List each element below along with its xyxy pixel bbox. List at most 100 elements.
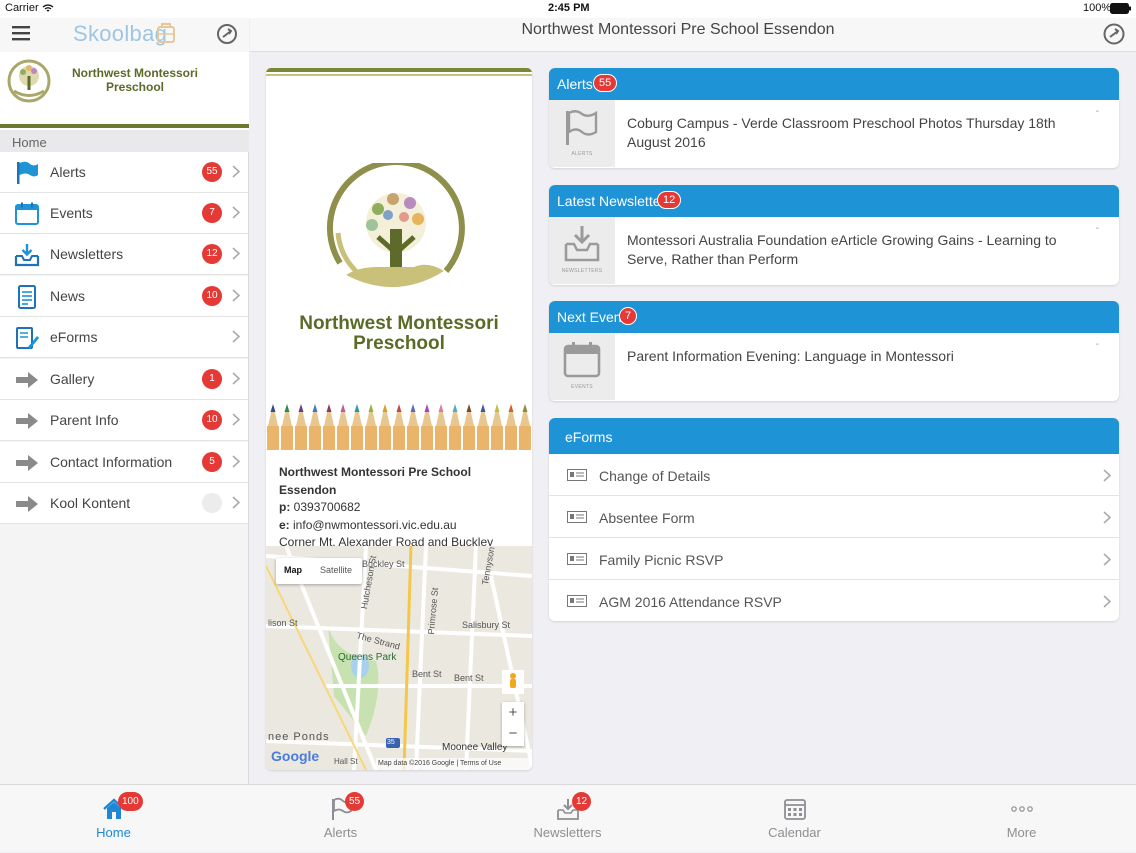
newsletter-card-header: Latest Newsletter 12 xyxy=(549,185,1119,217)
sidebar-item-kool-kontent[interactable]: Kool Kontent xyxy=(0,483,248,524)
latest-newsletter-card[interactable]: Latest Newsletter 12 NEWSLETTERS Montess… xyxy=(549,185,1119,285)
map-type-map-button[interactable]: Map xyxy=(284,565,302,575)
calendar-grid-icon xyxy=(784,799,806,820)
pencil xyxy=(407,404,419,450)
pencil xyxy=(295,404,307,450)
school-name-line2: Preschool xyxy=(105,80,165,94)
suburb-label: Moonee Valley xyxy=(442,742,508,753)
sidebar-item-alerts[interactable]: Alerts 55 xyxy=(0,152,248,193)
pencil xyxy=(519,404,531,450)
map-type-satellite-button[interactable]: Satellite xyxy=(320,565,352,575)
card-title: Latest Newsletter xyxy=(557,193,666,209)
chevron-right-icon xyxy=(1103,469,1111,482)
chevron-right-icon xyxy=(232,206,240,219)
card-title: Alerts xyxy=(557,76,593,92)
street-label: Bent St xyxy=(412,669,442,679)
eform-item[interactable]: Change of Details xyxy=(549,454,1119,496)
zoom-out-button[interactable]: − xyxy=(502,725,524,742)
count-badge: 7 xyxy=(202,203,222,223)
logo-divider xyxy=(0,124,249,128)
pencil xyxy=(491,404,503,450)
chevron-right-icon xyxy=(232,372,240,385)
home-section-label: Home xyxy=(12,135,47,150)
form-pen-icon xyxy=(16,327,39,349)
arrow-right-icon xyxy=(16,372,38,388)
pencil xyxy=(365,404,377,450)
bottom-tab-bar: 100 Home 55 Alerts 12 Newsletters Calend… xyxy=(0,784,1136,852)
hamburger-menu-icon[interactable] xyxy=(12,25,30,41)
eform-item[interactable]: Family Picnic RSVP xyxy=(549,538,1119,580)
item-dash: - xyxy=(1095,339,1099,350)
tab-label: Alerts xyxy=(323,825,358,840)
logo-text-line2: Preschool xyxy=(353,333,445,354)
count-badge: 10 xyxy=(202,286,222,306)
sidebar-item-news[interactable]: News 10 xyxy=(0,276,248,317)
sidebar-item-contact-information[interactable]: Contact Information 5 xyxy=(0,442,248,483)
status-bar: Carrier 2:45 PM 100% xyxy=(0,0,1136,18)
pencil xyxy=(421,404,433,450)
alert-item-text[interactable]: Coburg Campus - Verde Classroom Preschoo… xyxy=(627,114,1097,152)
map-view[interactable]: Buckley St Hutcheson St Primrose St Tenn… xyxy=(266,546,532,770)
newsletter-item-text[interactable]: Montessori Australia Foundation eArticle… xyxy=(627,231,1097,269)
id-card-icon xyxy=(567,553,587,565)
item-dash: - xyxy=(1095,223,1099,234)
thumb-caption: NEWSLETTERS xyxy=(561,268,603,274)
sidebar-item-events[interactable]: Events 7 xyxy=(0,193,248,234)
eforms-card: eForms Change of Details Absentee Form F… xyxy=(549,418,1119,621)
eform-item[interactable]: AGM 2016 Attendance RSVP xyxy=(549,580,1119,621)
sidebar-item-label: Parent Info xyxy=(50,412,119,428)
tab-calendar[interactable]: Calendar xyxy=(681,785,908,853)
route-shield: 35 xyxy=(387,739,395,746)
eform-item[interactable]: Absentee Form xyxy=(549,496,1119,538)
pencil xyxy=(267,404,279,450)
arrow-right-icon xyxy=(16,413,38,429)
sidebar-item-parent-info[interactable]: Parent Info 10 xyxy=(0,400,248,441)
sidebar-item-newsletters[interactable]: Newsletters 12 xyxy=(0,234,248,275)
tab-alerts[interactable]: 55 Alerts xyxy=(227,785,454,853)
street-label: Hall St xyxy=(334,757,358,766)
calendar-icon xyxy=(563,342,601,378)
id-card-icon xyxy=(567,595,587,607)
top-nav-bar: Northwest Montessori Pre School Essendon xyxy=(250,18,1136,52)
school-logo-mark xyxy=(7,59,51,103)
zoom-in-button[interactable]: + xyxy=(502,704,524,721)
page-title: Northwest Montessori Pre School Essendon xyxy=(521,21,835,38)
event-thumbnail: EVENTS xyxy=(549,333,615,400)
tab-home[interactable]: 100 Home xyxy=(0,785,227,853)
sidebar-item-label: eForms xyxy=(50,329,98,345)
next-event-card[interactable]: Next Event 7 EVENTS Parent Information E… xyxy=(549,301,1119,401)
tab-more[interactable]: More xyxy=(908,785,1135,853)
email-link[interactable]: info@nwmontessori.vic.edu.au xyxy=(293,518,457,532)
eform-label: Change of Details xyxy=(599,468,711,484)
tab-label: Home xyxy=(96,825,131,840)
pencil xyxy=(281,404,293,450)
chevron-right-icon xyxy=(232,289,240,302)
alerts-card[interactable]: Alerts 55 ALERTS Coburg Campus - Verde C… xyxy=(549,68,1119,168)
inbox-download-icon xyxy=(564,226,600,262)
pencil xyxy=(449,404,461,450)
count-badge: 12 xyxy=(657,191,682,209)
pencil xyxy=(379,404,391,450)
phone-label: p: xyxy=(279,500,291,514)
flag-icon xyxy=(566,110,598,145)
empty-badge xyxy=(202,493,222,513)
chevron-right-icon xyxy=(232,496,240,509)
sidebar-item-eforms[interactable]: eForms xyxy=(0,317,248,358)
event-item-text[interactable]: Parent Information Evening: Language in … xyxy=(627,347,1097,366)
pegman-icon[interactable] xyxy=(502,670,524,694)
count-badge: 12 xyxy=(572,792,592,811)
flag-icon xyxy=(17,161,38,184)
terms-link[interactable]: Terms of Use xyxy=(460,760,501,767)
inbox-download-icon xyxy=(14,244,40,267)
phone-link[interactable]: 0393700682 xyxy=(294,500,361,514)
thumb-caption: ALERTS xyxy=(571,151,593,157)
tab-newsletters[interactable]: 12 Newsletters xyxy=(454,785,681,853)
sidebar-item-gallery[interactable]: Gallery 1 xyxy=(0,359,248,400)
sync-icon[interactable] xyxy=(216,23,238,45)
chevron-right-icon xyxy=(1103,595,1111,608)
calendar-icon xyxy=(15,202,39,225)
alerts-thumbnail: ALERTS xyxy=(549,100,615,167)
count-badge: 100 xyxy=(118,792,143,811)
card-top-band-light xyxy=(266,74,532,76)
sync-icon[interactable] xyxy=(1102,22,1126,46)
